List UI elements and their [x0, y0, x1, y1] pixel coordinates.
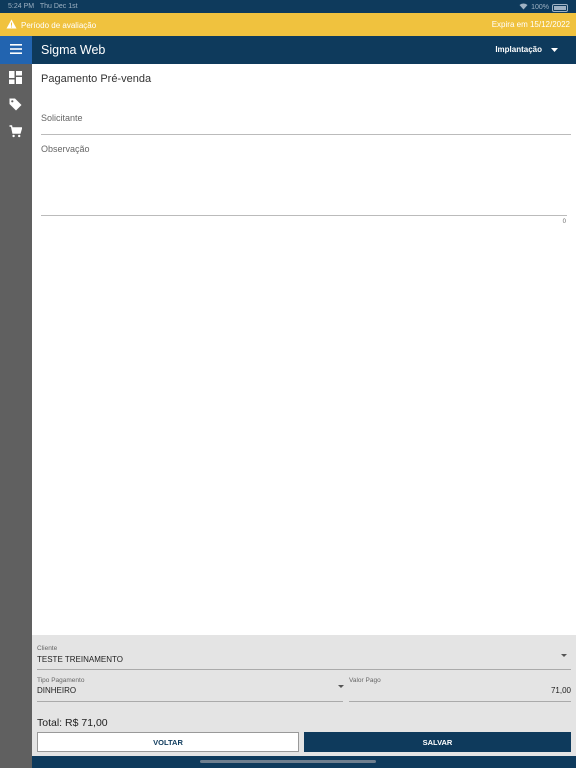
- sidebar: [0, 36, 32, 768]
- status-time: 5:24 PM: [8, 3, 35, 10]
- cliente-label: Cliente: [37, 645, 58, 652]
- status-date: Thu Dec 1st: [39, 3, 78, 10]
- back-button[interactable]: VOLTAR: [37, 732, 299, 752]
- warning-icon: [6, 19, 17, 31]
- menu-button[interactable]: [0, 36, 32, 64]
- cart-icon[interactable]: [9, 125, 23, 139]
- cliente-underline: [37, 669, 571, 670]
- page-title: Pagamento Pré-venda: [41, 73, 152, 85]
- trial-banner-left: Período de avaliação: [6, 19, 96, 31]
- app-title: Sigma Web: [41, 43, 106, 57]
- hamburger-icon: [10, 41, 22, 59]
- environment-label: Implantação: [495, 45, 542, 54]
- trial-expiry: Expira em 15/12/2022: [491, 20, 570, 29]
- cliente-value: TESTE TREINAMENTO: [37, 655, 123, 664]
- valor-pago-underline: [349, 701, 571, 702]
- tipo-pagamento-underline: [37, 701, 343, 702]
- status-right: 100%: [519, 3, 568, 12]
- solicitante-input[interactable]: [41, 116, 571, 135]
- save-button[interactable]: SALVAR: [304, 732, 571, 752]
- cliente-dropdown-icon[interactable]: [561, 654, 567, 657]
- wifi-icon: [519, 3, 528, 12]
- trial-message: Período de avaliação: [21, 20, 97, 30]
- dashboard-icon[interactable]: [9, 71, 23, 85]
- battery-icon: [552, 3, 568, 12]
- valor-pago-label: Valor Pago: [349, 677, 381, 684]
- observacao-counter: 0: [562, 219, 566, 225]
- trial-banner: Período de avaliação Expira em 15/12/202…: [0, 13, 576, 36]
- tipo-pagamento-value[interactable]: DINHEIRO: [37, 686, 76, 695]
- battery-percent: 100%: [531, 4, 549, 11]
- app-bar: Sigma Web Implantação: [32, 36, 576, 64]
- observacao-textarea[interactable]: [41, 142, 567, 216]
- bottom-bar: [32, 756, 576, 768]
- environment-selector[interactable]: Implantação: [495, 45, 558, 54]
- tag-icon[interactable]: [9, 98, 23, 112]
- total-amount: Total: R$ 71,00: [37, 717, 108, 729]
- status-bar: 5:24 PM Thu Dec 1st 100%: [0, 0, 576, 13]
- valor-pago-value[interactable]: 71,00: [551, 686, 571, 695]
- dropdown-arrow-icon: [551, 45, 558, 54]
- tipo-pagamento-dropdown-icon[interactable]: [338, 685, 344, 688]
- summary-panel: Cliente TESTE TREINAMENTO Tipo Pagamento…: [32, 635, 576, 768]
- home-indicator[interactable]: [200, 760, 376, 763]
- status-time-date: 5:24 PM Thu Dec 1st: [8, 3, 78, 10]
- tipo-pagamento-label: Tipo Pagamento: [37, 677, 85, 684]
